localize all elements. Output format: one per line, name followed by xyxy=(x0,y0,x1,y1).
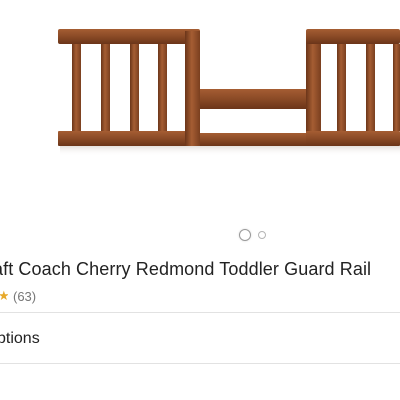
divider xyxy=(0,363,400,364)
carousel-dot[interactable] xyxy=(258,231,266,239)
product-page: aft Coach Cherry Redmond Toddler Guard R… xyxy=(0,0,400,400)
carousel-indicator xyxy=(0,228,400,242)
star-icon: ★ xyxy=(0,290,8,302)
options-row[interactable]: ptions xyxy=(0,313,400,363)
product-title: aft Coach Cherry Redmond Toddler Guard R… xyxy=(0,259,372,279)
review-count[interactable]: (63) xyxy=(13,289,36,304)
rating-row[interactable]: ★ (63) xyxy=(0,288,36,304)
carousel-dot-active[interactable] xyxy=(239,229,251,241)
guard-rail-image xyxy=(58,29,400,156)
options-label: ptions xyxy=(0,330,40,347)
product-image[interactable] xyxy=(0,0,400,222)
